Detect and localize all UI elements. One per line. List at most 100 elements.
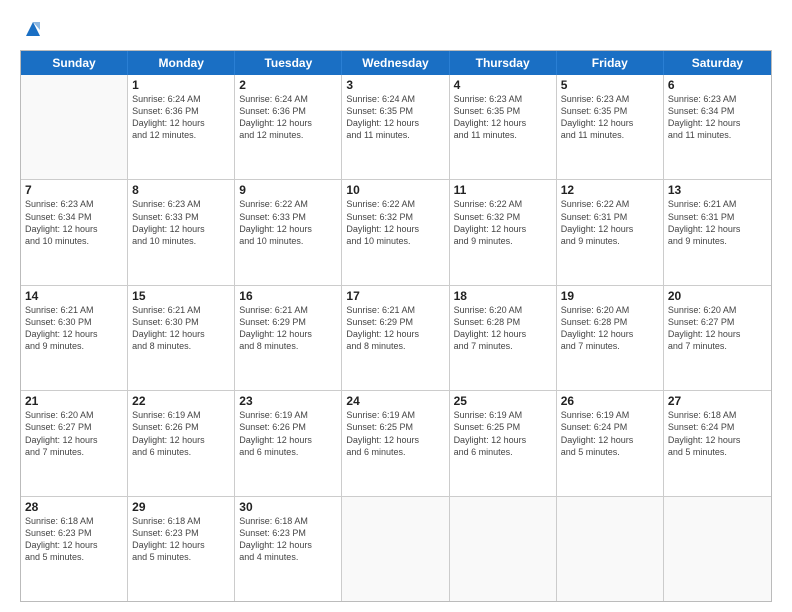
day-info: Sunrise: 6:23 AM Sunset: 6:35 PM Dayligh… (454, 93, 552, 142)
logo-icon (22, 18, 44, 40)
calendar-week-0: 1Sunrise: 6:24 AM Sunset: 6:36 PM Daylig… (21, 75, 771, 180)
day-info: Sunrise: 6:23 AM Sunset: 6:35 PM Dayligh… (561, 93, 659, 142)
calendar-cell: 9Sunrise: 6:22 AM Sunset: 6:33 PM Daylig… (235, 180, 342, 284)
day-info: Sunrise: 6:20 AM Sunset: 6:28 PM Dayligh… (454, 304, 552, 353)
day-number: 28 (25, 500, 123, 514)
day-number: 30 (239, 500, 337, 514)
day-number: 27 (668, 394, 767, 408)
calendar-cell: 16Sunrise: 6:21 AM Sunset: 6:29 PM Dayli… (235, 286, 342, 390)
day-number: 5 (561, 78, 659, 92)
calendar-cell: 14Sunrise: 6:21 AM Sunset: 6:30 PM Dayli… (21, 286, 128, 390)
day-number: 3 (346, 78, 444, 92)
calendar-cell: 11Sunrise: 6:22 AM Sunset: 6:32 PM Dayli… (450, 180, 557, 284)
day-info: Sunrise: 6:22 AM Sunset: 6:32 PM Dayligh… (454, 198, 552, 247)
calendar-cell: 15Sunrise: 6:21 AM Sunset: 6:30 PM Dayli… (128, 286, 235, 390)
day-number: 16 (239, 289, 337, 303)
calendar-week-3: 21Sunrise: 6:20 AM Sunset: 6:27 PM Dayli… (21, 391, 771, 496)
day-number: 15 (132, 289, 230, 303)
day-info: Sunrise: 6:19 AM Sunset: 6:25 PM Dayligh… (346, 409, 444, 458)
calendar-cell: 10Sunrise: 6:22 AM Sunset: 6:32 PM Dayli… (342, 180, 449, 284)
calendar-cell: 13Sunrise: 6:21 AM Sunset: 6:31 PM Dayli… (664, 180, 771, 284)
calendar-cell: 19Sunrise: 6:20 AM Sunset: 6:28 PM Dayli… (557, 286, 664, 390)
calendar-cell: 8Sunrise: 6:23 AM Sunset: 6:33 PM Daylig… (128, 180, 235, 284)
calendar-cell (21, 75, 128, 179)
calendar-cell: 21Sunrise: 6:20 AM Sunset: 6:27 PM Dayli… (21, 391, 128, 495)
day-number: 22 (132, 394, 230, 408)
day-info: Sunrise: 6:19 AM Sunset: 6:26 PM Dayligh… (132, 409, 230, 458)
day-info: Sunrise: 6:23 AM Sunset: 6:33 PM Dayligh… (132, 198, 230, 247)
day-info: Sunrise: 6:22 AM Sunset: 6:33 PM Dayligh… (239, 198, 337, 247)
calendar-week-2: 14 Sunrise: 6:21 AM Sunset: 6:30 PM Dayli… (21, 286, 771, 391)
day-number: 7 (25, 183, 123, 197)
day-number: 19 (561, 289, 659, 303)
logo (20, 18, 44, 40)
day-number: 23 (239, 394, 337, 408)
calendar-cell: 4Sunrise: 6:23 AM Sunset: 6:35 PM Daylig… (450, 75, 557, 179)
day-info: Sunrise: 6:24 AM Sunset: 6:35 PM Dayligh… (346, 93, 444, 142)
day-number: 20 (668, 289, 767, 303)
day-info: Sunrise: 6:23 AM Sunset: 6:34 PM Dayligh… (25, 198, 123, 247)
day-info: Sunrise: 6:24 AM Sunset: 6:36 PM Dayligh… (132, 93, 230, 142)
header-day-friday: Friday (557, 51, 664, 75)
header (20, 18, 772, 40)
day-info: Sunrise: 6:22 AM Sunset: 6:31 PM Dayligh… (561, 198, 659, 247)
calendar-cell: 27Sunrise: 6:18 AM Sunset: 6:24 PM Dayli… (664, 391, 771, 495)
day-info: Sunrise: 6:19 AM Sunset: 6:24 PM Dayligh… (561, 409, 659, 458)
calendar-cell: 17Sunrise: 6:21 AM Sunset: 6:29 PM Dayli… (342, 286, 449, 390)
day-number: 13 (668, 183, 767, 197)
calendar-cell: 12Sunrise: 6:22 AM Sunset: 6:31 PM Dayli… (557, 180, 664, 284)
day-number: 26 (561, 394, 659, 408)
page: SundayMondayTuesdayWednesdayThursdayFrid… (0, 0, 792, 612)
day-info: Sunrise: 6:23 AM Sunset: 6:34 PM Dayligh… (668, 93, 767, 142)
calendar-week-4: 28Sunrise: 6:18 AM Sunset: 6:23 PM Dayli… (21, 497, 771, 601)
day-info: Sunrise: 6:20 AM Sunset: 6:27 PM Dayligh… (25, 409, 123, 458)
day-number: 25 (454, 394, 552, 408)
calendar-cell (450, 497, 557, 601)
day-number: 18 (454, 289, 552, 303)
day-number: 14 (25, 289, 123, 303)
day-info: Sunrise: 6:21 AM Sunset: 6:31 PM Dayligh… (668, 198, 767, 247)
day-info: Sunrise: 6:18 AM Sunset: 6:24 PM Dayligh… (668, 409, 767, 458)
calendar-cell: 6Sunrise: 6:23 AM Sunset: 6:34 PM Daylig… (664, 75, 771, 179)
calendar-cell: 7Sunrise: 6:23 AM Sunset: 6:34 PM Daylig… (21, 180, 128, 284)
header-day-thursday: Thursday (450, 51, 557, 75)
header-day-wednesday: Wednesday (342, 51, 449, 75)
calendar: SundayMondayTuesdayWednesdayThursdayFrid… (20, 50, 772, 602)
day-number: 2 (239, 78, 337, 92)
day-number: 11 (454, 183, 552, 197)
day-info: Sunrise: 6:18 AM Sunset: 6:23 PM Dayligh… (239, 515, 337, 564)
day-number: 6 (668, 78, 767, 92)
day-number: 4 (454, 78, 552, 92)
day-info: Sunrise: 6:20 AM Sunset: 6:27 PM Dayligh… (668, 304, 767, 353)
calendar-body: 1Sunrise: 6:24 AM Sunset: 6:36 PM Daylig… (21, 75, 771, 601)
calendar-cell: 1Sunrise: 6:24 AM Sunset: 6:36 PM Daylig… (128, 75, 235, 179)
calendar-cell (664, 497, 771, 601)
header-day-monday: Monday (128, 51, 235, 75)
day-info: Sunrise: 6:22 AM Sunset: 6:32 PM Dayligh… (346, 198, 444, 247)
logo-text (20, 18, 44, 40)
day-number: 10 (346, 183, 444, 197)
day-info: Sunrise: 6:21 AM Sunset: 6:29 PM Dayligh… (239, 304, 337, 353)
calendar-week-1: 7Sunrise: 6:23 AM Sunset: 6:34 PM Daylig… (21, 180, 771, 285)
day-number: 29 (132, 500, 230, 514)
day-number: 12 (561, 183, 659, 197)
day-info: Sunrise: 6:19 AM Sunset: 6:26 PM Dayligh… (239, 409, 337, 458)
calendar-cell: 2Sunrise: 6:24 AM Sunset: 6:36 PM Daylig… (235, 75, 342, 179)
calendar-cell: 20Sunrise: 6:20 AM Sunset: 6:27 PM Dayli… (664, 286, 771, 390)
calendar-cell (342, 497, 449, 601)
day-number: 1 (132, 78, 230, 92)
day-number: 9 (239, 183, 337, 197)
calendar-cell: 24Sunrise: 6:19 AM Sunset: 6:25 PM Dayli… (342, 391, 449, 495)
calendar-cell: 28Sunrise: 6:18 AM Sunset: 6:23 PM Dayli… (21, 497, 128, 601)
calendar-cell: 25Sunrise: 6:19 AM Sunset: 6:25 PM Dayli… (450, 391, 557, 495)
day-info: Sunrise: 6:18 AM Sunset: 6:23 PM Dayligh… (25, 515, 123, 564)
calendar-cell: 23Sunrise: 6:19 AM Sunset: 6:26 PM Dayli… (235, 391, 342, 495)
calendar-cell: 30Sunrise: 6:18 AM Sunset: 6:23 PM Dayli… (235, 497, 342, 601)
calendar-header: SundayMondayTuesdayWednesdayThursdayFrid… (21, 51, 771, 75)
day-info: Sunrise: 6:19 AM Sunset: 6:25 PM Dayligh… (454, 409, 552, 458)
calendar-cell: 26Sunrise: 6:19 AM Sunset: 6:24 PM Dayli… (557, 391, 664, 495)
day-number: 24 (346, 394, 444, 408)
day-info: Sunrise: 6:21 AM Sunset: 6:29 PM Dayligh… (346, 304, 444, 353)
header-day-sunday: Sunday (21, 51, 128, 75)
day-info: Sunrise: 6:21 AM Sunset: 6:30 PM Dayligh… (132, 304, 230, 353)
